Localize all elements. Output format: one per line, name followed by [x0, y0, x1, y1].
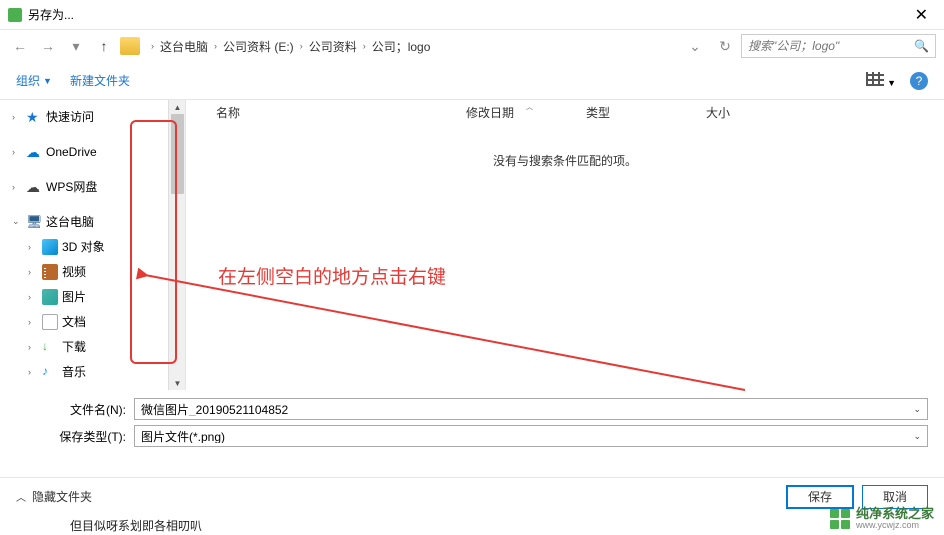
cloud-icon: ☁: [26, 144, 42, 160]
cancel-button[interactable]: 取消: [862, 485, 928, 509]
chevron-right-icon[interactable]: ›: [12, 182, 22, 192]
sidebar-item-documents[interactable]: › 文档: [0, 309, 185, 334]
sidebar-item-wps[interactable]: › ☁ WPS网盘: [0, 174, 185, 199]
chevron-right-icon[interactable]: ›: [12, 147, 22, 157]
watermark-logo-icon: [830, 509, 850, 529]
chevron-right-icon[interactable]: ›: [12, 112, 22, 122]
close-button[interactable]: ✕: [907, 5, 936, 25]
scroll-up-icon[interactable]: ▲: [169, 100, 185, 114]
folder-icon: [120, 37, 140, 55]
tree-label: 这台电脑: [46, 213, 94, 230]
cropped-text: 但目似呀系划即各相叨叭: [70, 517, 202, 534]
path-dropdown[interactable]: ⌄: [683, 34, 707, 58]
watermark: 纯净系统之家 www.ycwjz.com: [830, 507, 934, 531]
crumb[interactable]: 这台电脑: [160, 38, 208, 55]
save-button[interactable]: 保存: [786, 485, 854, 509]
sidebar-item-pictures[interactable]: › 图片: [0, 284, 185, 309]
breadcrumb[interactable]: › 这台电脑 › 公司资料 (E:) › 公司资料 › 公司；logo: [144, 34, 675, 58]
forward-button[interactable]: →: [36, 34, 60, 58]
tree-label: OneDrive: [46, 145, 97, 159]
search-input[interactable]: [748, 39, 914, 53]
help-button[interactable]: ?: [910, 72, 928, 90]
sidebar-scrollbar[interactable]: ▲ ▼: [168, 100, 185, 390]
crumb[interactable]: 公司资料: [309, 38, 357, 55]
empty-message: 没有与搜索条件匹配的项。: [186, 124, 944, 169]
tree-label: 快速访问: [46, 108, 94, 125]
window-title: 另存为...: [28, 6, 907, 23]
back-button[interactable]: ←: [8, 34, 32, 58]
chevron-up-icon: ︿: [16, 489, 26, 504]
tree-label: 图片: [62, 288, 86, 305]
watermark-url: www.ycwjz.com: [856, 521, 934, 531]
filename-label: 文件名(N):: [16, 401, 126, 418]
sidebar-item-thispc[interactable]: ⌄ 🖥 这台电脑: [0, 209, 185, 234]
watermark-title: 纯净系统之家: [856, 507, 934, 521]
chevron-right-icon[interactable]: ›: [28, 342, 38, 352]
tree-label: 文档: [62, 313, 86, 330]
tree-label: 下载: [62, 338, 86, 355]
dropdown-icon[interactable]: ⌄: [913, 431, 921, 442]
tree-label: 音乐: [62, 363, 86, 380]
file-list-area[interactable]: ︿ 名称 修改日期 类型 大小 没有与搜索条件匹配的项。: [185, 100, 944, 390]
column-date[interactable]: 修改日期: [456, 100, 576, 124]
view-mode-button[interactable]: ▼: [866, 72, 896, 89]
app-icon: [8, 8, 22, 22]
filename-input[interactable]: [141, 402, 921, 416]
3d-icon: [42, 239, 58, 255]
refresh-button[interactable]: ↻: [713, 34, 737, 58]
sidebar-item-quickaccess[interactable]: › ★ 快速访问: [0, 104, 185, 129]
scroll-down-icon[interactable]: ▼: [169, 376, 185, 390]
music-icon: ♪: [42, 364, 58, 380]
crumb[interactable]: 公司资料 (E:): [223, 38, 294, 55]
new-folder-button[interactable]: 新建文件夹: [70, 72, 130, 89]
sort-indicator-icon: ︿: [526, 102, 533, 112]
column-type[interactable]: 类型: [576, 100, 696, 124]
hide-folders-toggle[interactable]: ︿ 隐藏文件夹: [16, 488, 92, 505]
chevron-right-icon[interactable]: ›: [28, 367, 38, 377]
chevron-right-icon[interactable]: ›: [28, 267, 38, 277]
crumb[interactable]: 公司；logo: [372, 38, 431, 55]
organize-menu[interactable]: 组织▼: [16, 72, 52, 89]
dropdown-icon[interactable]: ⌄: [913, 404, 921, 415]
sidebar-item-music[interactable]: › ♪ 音乐: [0, 359, 185, 384]
chevron-down-icon[interactable]: ⌄: [12, 216, 22, 227]
sidebar-item-3d[interactable]: › 3D 对象: [0, 234, 185, 259]
tree-label: 3D 对象: [62, 238, 105, 255]
up-button[interactable]: ↑: [92, 34, 116, 58]
video-icon: [42, 264, 58, 280]
chevron-right-icon[interactable]: ›: [28, 317, 38, 327]
document-icon: [42, 314, 58, 330]
sidebar-item-onedrive[interactable]: › ☁ OneDrive: [0, 139, 185, 164]
pc-icon: 🖥: [26, 214, 42, 230]
hide-folders-label: 隐藏文件夹: [32, 488, 92, 505]
cloud-icon: ☁: [26, 179, 42, 195]
sidebar: › ★ 快速访问 › ☁ OneDrive › ☁ WPS网盘 ⌄ 🖥 这台电脑…: [0, 100, 185, 390]
column-size[interactable]: 大小: [696, 100, 796, 124]
chevron-right-icon[interactable]: ›: [28, 242, 38, 252]
sidebar-item-downloads[interactable]: › ↓ 下载: [0, 334, 185, 359]
download-icon: ↓: [42, 339, 58, 355]
column-headers: 名称 修改日期 类型 大小: [186, 100, 944, 124]
column-name[interactable]: 名称: [186, 100, 456, 124]
filetype-label: 保存类型(T):: [16, 428, 126, 445]
tree-label: 视频: [62, 263, 86, 280]
picture-icon: [42, 289, 58, 305]
filetype-select[interactable]: [141, 429, 921, 443]
tree-label: WPS网盘: [46, 178, 97, 195]
star-icon: ★: [26, 109, 42, 125]
sidebar-item-video[interactable]: › 视频: [0, 259, 185, 284]
chevron-right-icon[interactable]: ›: [28, 292, 38, 302]
history-dropdown[interactable]: ▾: [64, 34, 88, 58]
search-icon[interactable]: 🔍: [914, 39, 929, 53]
